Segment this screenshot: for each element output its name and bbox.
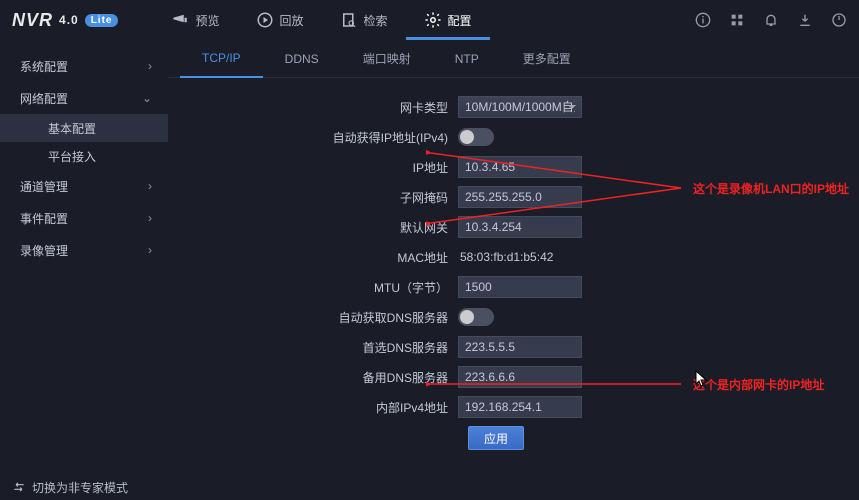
annotation-text-lan: 这个是录像机LAN口的IP地址	[693, 180, 849, 197]
nav-search-label: 检索	[364, 12, 388, 29]
nav-preview[interactable]: 预览	[153, 0, 237, 40]
sidebar-item-system[interactable]: 系统配置 ›	[0, 50, 168, 82]
tab-label: 端口映射	[363, 50, 411, 67]
brand-lite-badge: Lite	[85, 14, 119, 27]
tab-ntp[interactable]: NTP	[433, 40, 501, 78]
bell-icon[interactable]	[763, 12, 779, 28]
nic-type-select[interactable]: 10M/100M/1000M自适应	[458, 96, 582, 118]
grid-icon[interactable]	[729, 12, 745, 28]
nav-config[interactable]: 配置	[406, 0, 490, 40]
mtu-label: MTU（字节）	[168, 279, 458, 296]
search-doc-icon	[340, 11, 358, 29]
auto-ip-label: 自动获得IP地址(IPv4)	[168, 129, 458, 146]
brand-name: NVR	[12, 10, 53, 31]
annotation-arrow-lan	[426, 138, 691, 228]
dns2-label: 备用DNS服务器	[168, 369, 458, 386]
ip-label: IP地址	[168, 159, 458, 176]
mask-input[interactable]	[458, 186, 582, 208]
mac-value: 58:03:fb:d1:b5:42	[458, 250, 553, 264]
dns2-input[interactable]	[458, 366, 582, 388]
gw-label: 默认网关	[168, 219, 458, 236]
dns1-label: 首选DNS服务器	[168, 339, 458, 356]
inner-ip-label: 内部IPv4地址	[168, 399, 458, 416]
tab-more[interactable]: 更多配置	[501, 40, 593, 78]
apply-button[interactable]: 应用	[468, 426, 524, 450]
nav-config-label: 配置	[448, 12, 472, 29]
chevron-right-icon: ›	[148, 211, 152, 225]
mouse-cursor-icon	[695, 370, 709, 388]
sidebar-item-channel[interactable]: 通道管理 ›	[0, 170, 168, 202]
sidebar-item-event[interactable]: 事件配置 ›	[0, 202, 168, 234]
chevron-right-icon: ›	[148, 59, 152, 73]
download-icon[interactable]	[797, 12, 813, 28]
sidebar-sub-label: 基本配置	[48, 120, 96, 137]
nav-playback[interactable]: 回放	[238, 0, 322, 40]
chevron-right-icon: ›	[148, 179, 152, 193]
footer-label: 切换为非专家模式	[32, 479, 128, 496]
annotation-text-inner: 这个是内部网卡的IP地址	[693, 376, 824, 393]
nav-search[interactable]: 检索	[322, 0, 406, 40]
gw-input[interactable]	[458, 216, 582, 238]
ip-input[interactable]	[458, 156, 582, 178]
tab-label: DDNS	[285, 52, 319, 66]
tab-tcpip[interactable]: TCP/IP	[180, 40, 263, 78]
sidebar-item-network[interactable]: 网络配置 ⌄	[0, 82, 168, 114]
swap-icon	[12, 480, 26, 494]
mac-label: MAC地址	[168, 249, 458, 266]
auto-ip-toggle[interactable]	[458, 128, 494, 146]
tab-port[interactable]: 端口映射	[341, 40, 433, 78]
brand-logo: NVR 4.0 Lite	[12, 10, 118, 31]
mtu-input[interactable]	[458, 276, 582, 298]
footer-mode-switch[interactable]: 切换为非专家模式	[0, 474, 128, 500]
inner-ip-input[interactable]	[458, 396, 582, 418]
auto-dns-toggle[interactable]	[458, 308, 494, 326]
tab-ddns[interactable]: DDNS	[263, 40, 341, 78]
power-icon[interactable]	[831, 12, 847, 28]
sidebar-sub-platform[interactable]: 平台接入	[0, 142, 168, 170]
sidebar-item-label: 事件配置	[20, 210, 68, 227]
brand-version: 4.0	[59, 13, 79, 27]
tab-label: 更多配置	[523, 50, 571, 67]
nav-preview-label: 预览	[195, 12, 219, 29]
nav-playback-label: 回放	[280, 12, 304, 29]
camera-icon	[171, 11, 189, 29]
sidebar-item-record[interactable]: 录像管理 ›	[0, 234, 168, 266]
auto-dns-label: 自动获取DNS服务器	[168, 309, 458, 326]
nic-type-label: 网卡类型	[168, 99, 458, 116]
tab-label: NTP	[455, 52, 479, 66]
sidebar-sub-label: 平台接入	[48, 148, 96, 165]
sidebar-sub-basic[interactable]: 基本配置	[0, 114, 168, 142]
tab-label: TCP/IP	[202, 51, 241, 65]
mask-label: 子网掩码	[168, 189, 458, 206]
playback-icon	[256, 11, 274, 29]
info-icon[interactable]	[695, 12, 711, 28]
sidebar-item-label: 通道管理	[20, 178, 68, 195]
dns1-input[interactable]	[458, 336, 582, 358]
sidebar-item-label: 网络配置	[20, 90, 68, 107]
chevron-right-icon: ›	[148, 243, 152, 257]
sidebar-item-label: 系统配置	[20, 58, 68, 75]
sidebar: 系统配置 › 网络配置 ⌄ 基本配置 平台接入 通道管理 › 事件配置 › 录像…	[0, 40, 168, 474]
sidebar-item-label: 录像管理	[20, 242, 68, 259]
gear-icon	[424, 11, 442, 29]
chevron-down-icon: ⌄	[142, 91, 152, 105]
tab-bar: TCP/IP DDNS 端口映射 NTP 更多配置	[168, 40, 859, 78]
